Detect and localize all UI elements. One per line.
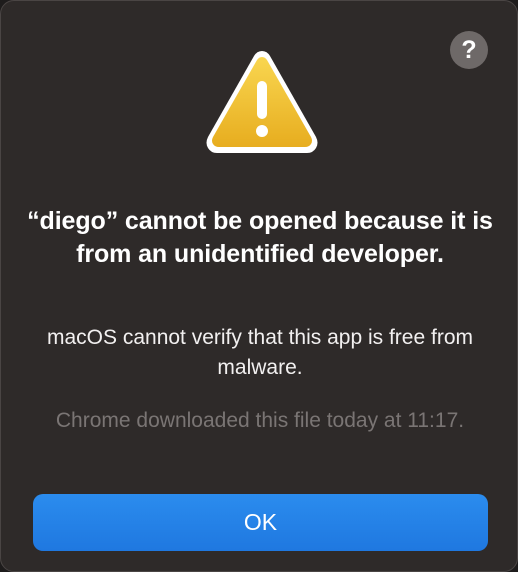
help-button[interactable]: ? xyxy=(450,31,488,69)
ok-button[interactable]: OK xyxy=(33,494,488,551)
dialog-message: macOS cannot verify that this app is fre… xyxy=(46,326,473,379)
alert-dialog: ? “diego” cannot be opened because it is… xyxy=(0,0,518,572)
dialog-title: “diego” cannot be opened because it is f… xyxy=(27,207,493,268)
warning-icon xyxy=(203,45,321,157)
download-note: Chrome downloaded this file today at 11:… xyxy=(55,409,465,432)
